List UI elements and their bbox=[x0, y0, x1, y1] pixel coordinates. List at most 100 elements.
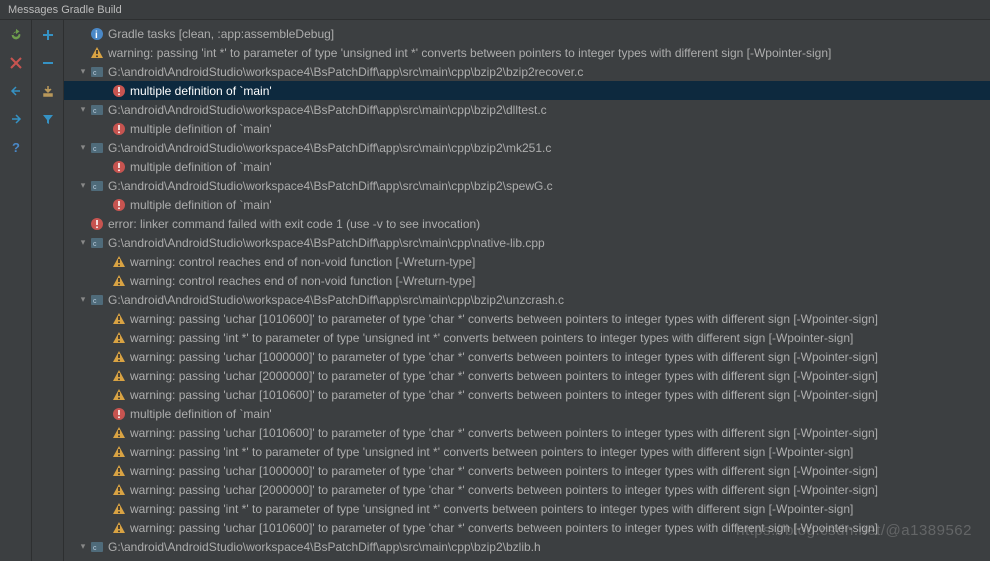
file-node[interactable]: ▾cG:\android\AndroidStudio\workspace4\Bs… bbox=[64, 290, 990, 309]
warn-icon bbox=[112, 521, 126, 535]
message-text: warning: passing 'uchar [2000000]' to pa… bbox=[130, 369, 878, 383]
message-text: warning: passing 'uchar [1000000]' to pa… bbox=[130, 350, 878, 364]
error-message[interactable]: multiple definition of `main' bbox=[64, 195, 990, 214]
warn-icon bbox=[112, 502, 126, 516]
filter-icon[interactable] bbox=[39, 110, 57, 128]
next-arrow-icon[interactable] bbox=[7, 110, 25, 128]
expand-arrow-icon[interactable]: ▾ bbox=[78, 180, 88, 191]
message-text: warning: passing 'int *' to parameter of… bbox=[108, 46, 831, 60]
message-text: G:\android\AndroidStudio\workspace4\BsPa… bbox=[108, 179, 553, 193]
message-text: G:\android\AndroidStudio\workspace4\BsPa… bbox=[108, 103, 547, 117]
panel-header: Messages Gradle Build bbox=[0, 0, 990, 20]
expand-all-icon[interactable] bbox=[39, 26, 57, 44]
error-message[interactable]: error: linker command failed with exit c… bbox=[64, 214, 990, 233]
warn-icon bbox=[112, 255, 126, 269]
cpp-icon: c bbox=[90, 141, 104, 155]
warning-message[interactable]: warning: passing 'uchar [1010600]' to pa… bbox=[64, 309, 990, 328]
message-text: warning: passing 'int *' to parameter of… bbox=[130, 331, 853, 345]
message-text: warning: passing 'uchar [1010600]' to pa… bbox=[130, 521, 878, 535]
svg-text:?: ? bbox=[12, 140, 20, 154]
warning-message[interactable]: warning: passing 'int *' to parameter of… bbox=[64, 43, 990, 62]
file-node[interactable]: ▾ c G:\android\AndroidStudio\workspace4\Bs… bbox=[64, 537, 990, 556]
message-tree[interactable]: iGradle tasks [clean, :app:assembleDebug… bbox=[64, 20, 990, 561]
warn-icon bbox=[112, 369, 126, 383]
error-message[interactable]: multiple definition of `main' bbox=[64, 404, 990, 423]
expand-arrow-icon[interactable]: ▾ bbox=[78, 142, 88, 153]
warn-icon bbox=[112, 426, 126, 440]
refresh-icon[interactable] bbox=[7, 26, 25, 44]
warning-message[interactable]: warning: passing 'uchar [1010600]' to pa… bbox=[64, 423, 990, 442]
cpp-icon: c bbox=[90, 65, 104, 79]
expand-arrow-icon[interactable]: ▾ bbox=[78, 104, 88, 115]
message-text: warning: passing 'uchar [1010600]' to pa… bbox=[130, 426, 878, 440]
error-message[interactable]: multiple definition of `main' bbox=[64, 81, 990, 100]
svg-text:c: c bbox=[93, 108, 97, 115]
error-icon bbox=[112, 198, 126, 212]
error-icon bbox=[112, 122, 126, 136]
message-text: multiple definition of `main' bbox=[130, 160, 272, 174]
cpp-icon: c bbox=[90, 236, 104, 250]
svg-text:c: c bbox=[93, 241, 97, 248]
svg-text:c: c bbox=[93, 184, 97, 191]
cpp-icon: c bbox=[90, 540, 104, 554]
message-text: G:\android\AndroidStudio\workspace4\BsPa… bbox=[108, 293, 564, 307]
file-node[interactable]: ▾c G:\android\AndroidStudio\workspace4\Bs… bbox=[64, 62, 990, 81]
info-icon: i bbox=[90, 27, 104, 41]
svg-text:c: c bbox=[93, 545, 97, 552]
message-text: warning: passing 'int *' to parameter of… bbox=[130, 502, 853, 516]
file-node[interactable]: ▾ c G:\android\AndroidStudio\workspace4\Bs… bbox=[64, 100, 990, 119]
warn-icon bbox=[112, 464, 126, 478]
message-text: warning: passing 'uchar [1010600]' to pa… bbox=[130, 388, 878, 402]
warning-message[interactable]: warning: control reaches end of non-void… bbox=[64, 271, 990, 290]
message-text: G:\android\AndroidStudio\workspace4\BsPa… bbox=[108, 141, 551, 155]
cpp-icon: c bbox=[90, 179, 104, 193]
warning-message[interactable]: warning: control reaches end of non-void… bbox=[64, 252, 990, 271]
file-node[interactable]: ▾ c G:\android\AndroidStudio\workspace4\Bs… bbox=[64, 176, 990, 195]
warn-icon bbox=[112, 388, 126, 402]
warning-message[interactable]: warning: passing 'int *' to parameter of… bbox=[64, 499, 990, 518]
expand-arrow-icon[interactable]: ▾ bbox=[78, 294, 88, 305]
error-icon bbox=[90, 217, 104, 231]
messages-panel: ? iGradle tasks [clean, :app:assembleDeb… bbox=[0, 20, 990, 561]
error-icon bbox=[112, 84, 126, 98]
cpp-icon: c bbox=[90, 103, 104, 117]
message-text: warning: passing 'uchar [2000000]' to pa… bbox=[130, 483, 878, 497]
message-text: warning: passing 'uchar [1000000]' to pa… bbox=[130, 464, 878, 478]
message-text: warning: passing 'uchar [1010600]' to pa… bbox=[130, 312, 878, 326]
warning-message[interactable]: warning: passing 'uchar [1010600]' to pa… bbox=[64, 385, 990, 404]
file-node[interactable]: ▾cG:\android\AndroidStudio\workspace4\Bs… bbox=[64, 233, 990, 252]
warning-message[interactable]: warning: passing 'uchar [2000000]' to pa… bbox=[64, 366, 990, 385]
warning-message[interactable]: warning: passing 'int *' to parameter of… bbox=[64, 442, 990, 461]
warning-message[interactable]: warning: passing 'int *' to parameter of… bbox=[64, 328, 990, 347]
expand-arrow-icon[interactable]: ▾ bbox=[78, 237, 88, 248]
expand-arrow-icon[interactable]: ▾ bbox=[78, 66, 88, 77]
toolbar-left2 bbox=[32, 20, 64, 561]
error-message[interactable]: multiple definition of `main' bbox=[64, 119, 990, 138]
help-icon[interactable]: ? bbox=[7, 138, 25, 156]
message-text: multiple definition of `main' bbox=[130, 407, 272, 421]
panel-title: Messages Gradle Build bbox=[8, 4, 122, 16]
svg-text:i: i bbox=[95, 30, 98, 41]
expand-arrow-icon[interactable]: ▾ bbox=[78, 541, 88, 552]
svg-text:c: c bbox=[93, 146, 97, 153]
error-icon bbox=[112, 160, 126, 174]
warning-message[interactable]: warning: passing 'uchar [1000000]' to pa… bbox=[64, 347, 990, 366]
warn-icon bbox=[112, 445, 126, 459]
file-node[interactable]: ▾ c G:\android\AndroidStudio\workspace4\Bs… bbox=[64, 138, 990, 157]
stop-icon[interactable] bbox=[7, 54, 25, 72]
prev-arrow-icon[interactable] bbox=[7, 82, 25, 100]
warn-icon bbox=[112, 274, 126, 288]
warning-message[interactable]: warning: passing 'uchar [1000000]' to pa… bbox=[64, 461, 990, 480]
message-text: error: linker command failed with exit c… bbox=[108, 217, 480, 231]
export-icon[interactable] bbox=[39, 82, 57, 100]
warning-message[interactable]: warning: passing 'uchar [2000000]' to pa… bbox=[64, 480, 990, 499]
message-text: multiple definition of `main' bbox=[130, 84, 272, 98]
info-message[interactable]: iGradle tasks [clean, :app:assembleDebug… bbox=[64, 24, 990, 43]
message-text: G:\android\AndroidStudio\workspace4\BsPa… bbox=[108, 65, 583, 79]
message-text: G:\android\AndroidStudio\workspace4\BsPa… bbox=[108, 540, 541, 554]
warn-icon bbox=[112, 331, 126, 345]
collapse-all-icon[interactable] bbox=[39, 54, 57, 72]
message-text: multiple definition of `main' bbox=[130, 122, 272, 136]
warning-message[interactable]: warning: passing 'uchar [1010600]' to pa… bbox=[64, 518, 990, 537]
error-message[interactable]: multiple definition of `main' bbox=[64, 157, 990, 176]
